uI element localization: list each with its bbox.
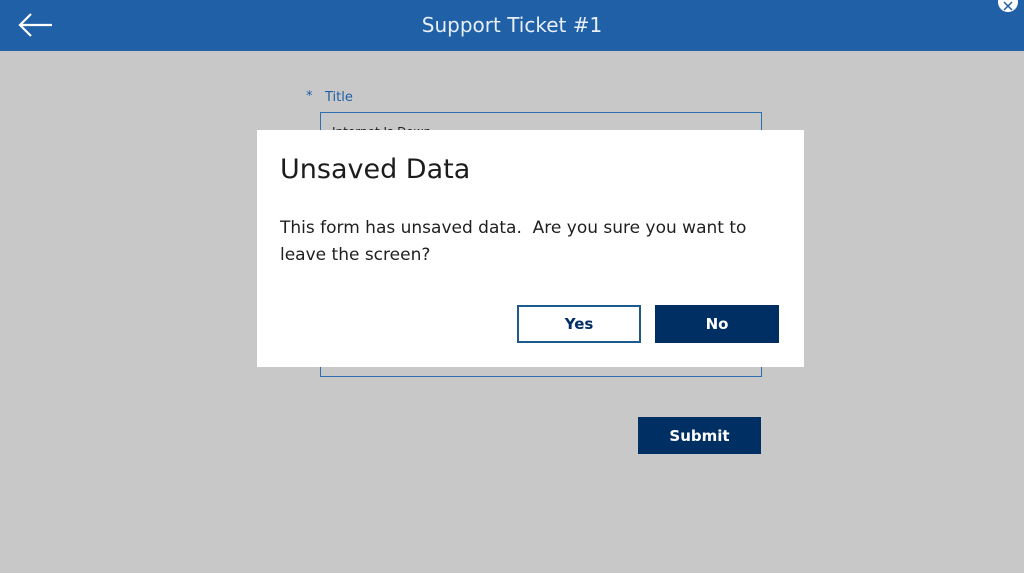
dialog-message: This form has unsaved data. Are you sure… <box>280 218 752 265</box>
unsaved-data-dialog: Unsaved Data This form has unsaved data.… <box>257 130 804 367</box>
app-screen: Support Ticket #1 * Title Submit Unsaved… <box>0 0 1024 573</box>
yes-button[interactable]: Yes <box>517 305 641 343</box>
required-marker: * <box>306 89 313 104</box>
close-button[interactable] <box>998 0 1018 12</box>
app-header: Support Ticket #1 <box>0 0 1024 51</box>
title-field-label: Title <box>325 90 353 105</box>
no-button[interactable]: No <box>655 305 779 343</box>
page-title: Support Ticket #1 <box>421 13 603 37</box>
close-icon <box>1003 1 1013 11</box>
submit-button[interactable]: Submit <box>638 417 761 454</box>
dialog-title: Unsaved Data <box>280 154 471 185</box>
